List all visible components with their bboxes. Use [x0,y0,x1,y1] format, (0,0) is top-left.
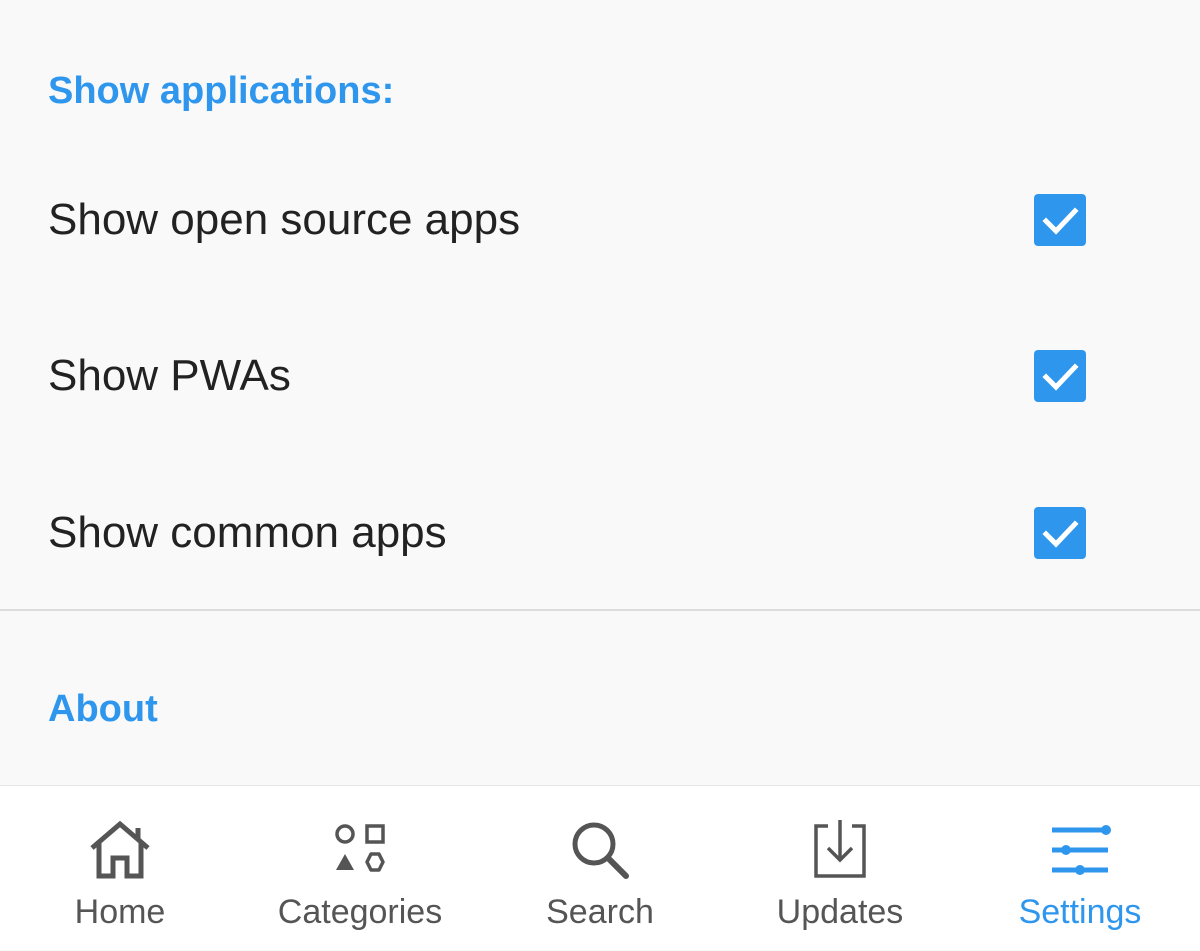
checkmark-icon [1042,207,1079,235]
download-icon [804,814,876,886]
nav-label-settings: Settings [1018,893,1142,931]
bottom-navigation: Home Categories Search Updates Settings [0,785,1200,950]
pref-row-show-open-source-apps[interactable]: Show open source apps [0,160,1200,280]
checkbox-show-pwas[interactable] [1034,350,1086,402]
nav-item-updates[interactable]: Updates [720,786,960,951]
section-header-about[interactable]: About [48,690,158,728]
pref-label-show-open-source-apps: Show open source apps [48,195,521,244]
pref-row-show-common-apps[interactable]: Show common apps [0,473,1200,593]
nav-item-home[interactable]: Home [0,786,240,951]
pref-label-show-pwas: Show PWAs [48,351,291,400]
nav-label-categories: Categories [277,893,443,931]
pref-label-show-common-apps: Show common apps [48,508,447,557]
sliders-icon [1044,814,1116,886]
pref-row-show-pwas[interactable]: Show PWAs [0,316,1200,436]
home-icon [84,814,156,886]
section-divider [0,609,1200,611]
nav-label-search: Search [546,893,654,931]
nav-label-home: Home [74,893,166,931]
checkmark-icon [1042,363,1079,391]
nav-item-categories[interactable]: Categories [240,786,480,951]
section-header-show-applications: Show applications: [48,70,395,112]
search-icon [564,814,636,886]
nav-item-settings[interactable]: Settings [960,786,1200,951]
checkbox-show-open-source-apps[interactable] [1034,194,1086,246]
checkbox-show-common-apps[interactable] [1034,507,1086,559]
nav-label-updates: Updates [776,893,904,931]
checkmark-icon [1042,520,1079,548]
settings-content: Show applications: Show open source apps… [0,0,1200,785]
nav-item-search[interactable]: Search [480,786,720,951]
categories-icon [324,814,396,886]
